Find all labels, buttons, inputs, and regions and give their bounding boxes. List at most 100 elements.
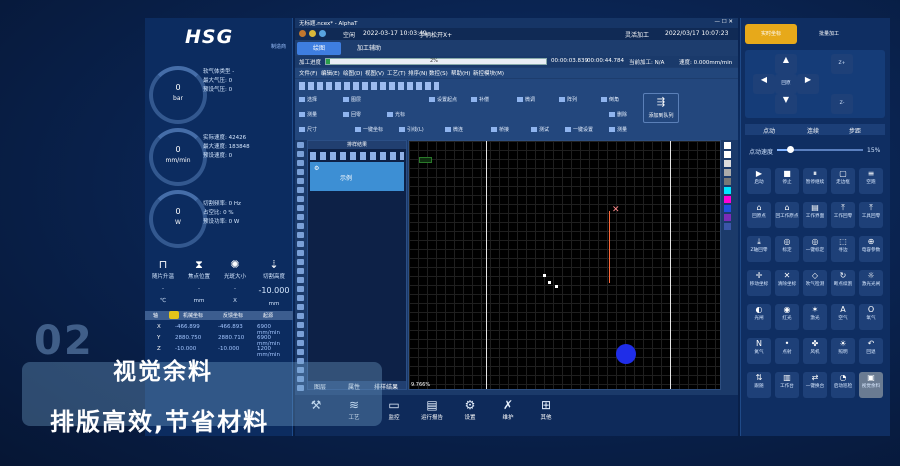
function-button[interactable]: ↻ 断点续割 [831,270,855,296]
power-value: 0 [175,207,181,216]
focus-tool[interactable]: ⧗ 焦点位置 - mm [182,258,216,304]
function-icon: ⤒ [869,203,873,212]
function-button[interactable]: ◎ 标定 [775,236,799,262]
function-button[interactable]: ✶ 激光 [803,304,827,330]
function-button[interactable]: ≡ 空跑 [859,168,883,194]
tb-bridge[interactable]: 桥接 [491,126,509,133]
tb-coord[interactable]: 一键坐标 [355,126,383,133]
tb-one-key[interactable]: 一键设置 [565,126,593,133]
function-button[interactable]: ▥ 工作台 [775,372,799,398]
tb-fine-tune[interactable]: 微调 [517,96,535,103]
temp-tool[interactable]: ⊓ 随片升温 - ℃ [146,258,180,304]
tab-process-aid[interactable]: 加工辅助 [347,42,391,55]
menu-cnc[interactable]: 数控(S) [429,69,448,77]
drawing-canvas[interactable]: ✕ 9.766% [408,140,721,390]
menu-sort[interactable]: 排序(N) [408,69,427,77]
tb-chamfer[interactable]: 倒角 [601,96,619,103]
window-controls[interactable]: — ☐ ✕ [714,19,733,25]
tb-array[interactable]: 阵列 [559,96,577,103]
function-button[interactable]: ⤓ Z轴回零 [747,236,771,262]
function-button[interactable]: N 氮气 [747,338,771,364]
function-button[interactable]: ▤ 工作界面 [803,202,827,228]
vertical-toolbar[interactable] [297,140,306,395]
function-button[interactable]: ☀ 照明 [831,338,855,364]
function-button[interactable]: ⌂ 回原点 [747,202,771,228]
jog-speed-slider[interactable] [777,146,863,153]
nav-monitor[interactable]: ▭ 监控 [379,397,409,421]
function-button[interactable]: ◐ 光闸 [747,304,771,330]
tb-test[interactable]: 测试 [531,126,549,133]
realtime-coord-button[interactable]: 实时坐标 [745,24,797,44]
tb-measure[interactable]: 测量 [299,111,317,118]
tb-set-start[interactable]: 设置起点 [429,96,457,103]
tb-cursor[interactable]: 光标 [387,111,405,118]
function-button[interactable]: ✤ 风机 [803,338,827,364]
function-button[interactable]: ⇅ 跟随 [747,372,771,398]
function-button[interactable]: ↶ 回退 [859,338,883,364]
function-button[interactable]: ◇ 吹气检测 [803,270,827,296]
jog-right-button[interactable]: ▶ [797,74,819,94]
tb-compensate[interactable]: 补偿 [471,96,489,103]
tb-select[interactable]: 选择 [299,96,317,103]
nav-report[interactable]: ▤ 运行报告 [417,397,447,421]
menu-file[interactable]: 文件(F) [299,69,317,77]
menu-tech[interactable]: 工艺(T) [387,69,406,77]
tab-draw[interactable]: 绘图 [297,42,341,55]
quick-icon-row[interactable] [299,82,439,90]
jog-zdown-button[interactable]: Z- [831,94,853,114]
nav-settings[interactable]: ⚙ 设置 [455,397,485,421]
jog-down-button[interactable]: ▼ [775,94,797,114]
layer-toolbar[interactable] [310,152,404,160]
jog-left-button[interactable]: ◀ [753,74,775,94]
function-button[interactable]: ⊕ 电容参数 [859,236,883,262]
jog-home-button[interactable]: 回原 [775,74,797,94]
jog-up-button[interactable]: ▲ [775,54,797,74]
tb-lead[interactable]: 引线(L) [399,126,424,133]
function-button[interactable]: ◉ 红光 [775,304,799,330]
tb-microjoint[interactable]: 微连 [445,126,463,133]
menu-draw[interactable]: 绘图(D) [343,69,363,77]
jog-mode-point[interactable]: 点动 [763,126,775,135]
menu-view[interactable]: 视图(V) [365,69,384,77]
function-button[interactable]: • 点射 [775,338,799,364]
nav-maintain[interactable]: ✗ 维护 [493,397,523,421]
menu-module[interactable]: 新控模块(M) [473,69,504,77]
layer-item[interactable]: ⚙ 示例 [310,162,404,191]
jog-zup-button[interactable]: Z+ [831,54,853,74]
function-button[interactable]: ◔ 启动巡检 [831,372,855,398]
nav-more[interactable]: ⊞ 其他 [531,397,561,421]
cut-height-tool[interactable]: ⇣ 切割高度 -10.000 mm [255,258,293,307]
function-button[interactable]: ✛ 移动坐标 [747,270,771,296]
tb-delete[interactable]: 删除 [609,111,627,118]
function-button[interactable]: ⬚ 寻边 [831,236,855,262]
function-button[interactable]: ▶ 启动 [747,168,771,194]
axis-toggle-icon[interactable] [169,311,179,319]
function-button[interactable]: O 氧气 [859,304,883,330]
tb-home[interactable]: 回零 [343,111,361,118]
menu-edit[interactable]: 编辑(E) [321,69,340,77]
promo-line-1: 视觉余料 [113,359,213,385]
function-button[interactable]: ⤒ 工作回零 [831,202,855,228]
function-button[interactable]: A 空气 [831,304,855,330]
function-button[interactable]: ▣ 视觉余料 [859,372,883,398]
function-button[interactable]: ⌂ 回工作原点 [775,202,799,228]
function-button[interactable]: ☼ 激光光闸 [859,270,883,296]
tb-size[interactable]: 尺寸 [299,126,317,133]
spot-tool[interactable]: ✺ 光斑大小 - X [218,258,252,304]
function-button[interactable]: ⤒ 工具回零 [859,202,883,228]
function-button[interactable]: ⏸ 暂停继续 [803,168,827,194]
layer-colors[interactable] [723,140,733,390]
function-button[interactable]: ◎ 一键标定 [803,236,827,262]
menu-help[interactable]: 帮助(H) [451,69,470,77]
batch-process-button[interactable]: 批量加工 [803,24,855,44]
jog-mode-continuous[interactable]: 连续 [807,126,819,135]
function-button[interactable]: ⇄ 一键换台 [803,372,827,398]
jog-mode-step[interactable]: 步距 [849,126,861,135]
tb-measure2[interactable]: 测量 [609,126,627,133]
function-button[interactable]: ■ 停止 [775,168,799,194]
function-button[interactable]: ▢ 走边框 [831,168,855,194]
tb-layer[interactable]: 图层 [343,96,361,103]
add-to-queue-button[interactable]: ⇶ 添加到队列 [643,93,679,123]
function-button[interactable]: ✕ 清除坐标 [775,270,799,296]
function-icon: ▤ [811,203,819,212]
